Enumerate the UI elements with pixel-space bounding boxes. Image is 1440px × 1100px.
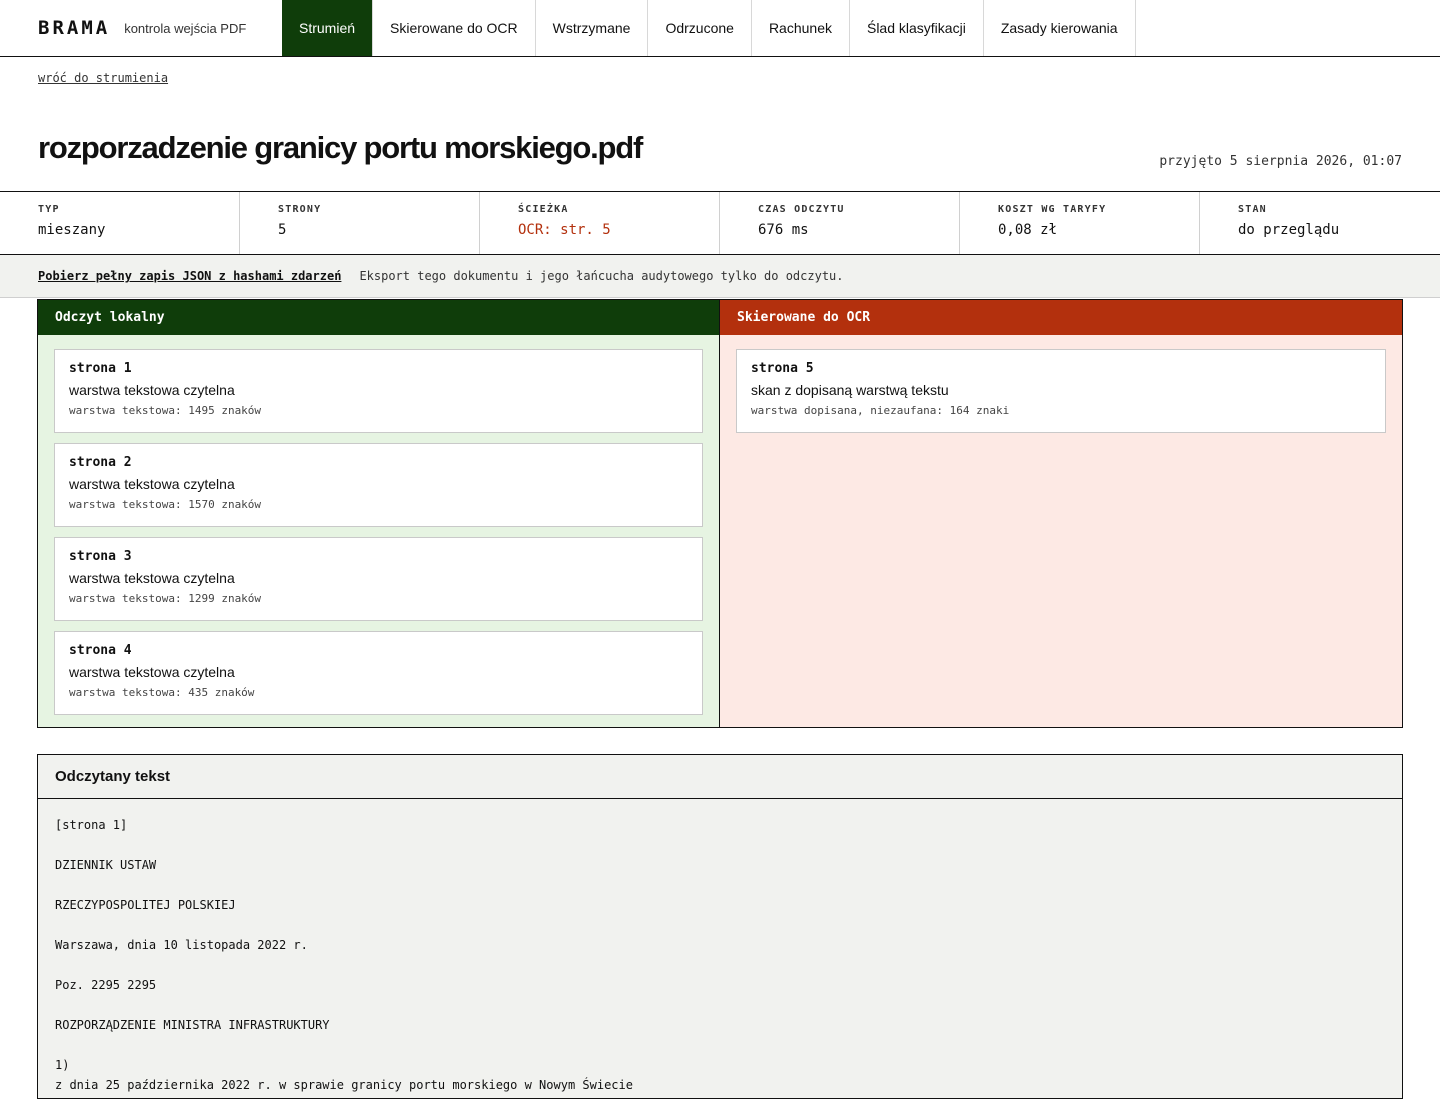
- back-to-stream-link[interactable]: wróć do strumienia: [38, 71, 168, 85]
- document-stats: TYP mieszany STRONY 5 ŚCIEŻKA OCR: str. …: [0, 191, 1440, 255]
- page-name: strona 2: [69, 455, 132, 470]
- tab-wstrzymane[interactable]: Wstrzymane: [536, 0, 649, 56]
- page-card: strona 2 warstwa tekstowa czytelna warst…: [54, 443, 703, 527]
- page-card: strona 1 warstwa tekstowa czytelna warst…: [54, 349, 703, 433]
- stat-value: 0,08 zł: [998, 222, 1058, 238]
- tab-strumien[interactable]: Strumień: [282, 0, 374, 56]
- brand: BRAMA kontrola wejścia PDF: [0, 0, 282, 56]
- page-name: strona 5: [751, 361, 814, 376]
- page-meta: warstwa tekstowa: 435 znaków: [69, 686, 255, 699]
- stat-type: TYP mieszany: [0, 192, 240, 254]
- main-nav: Strumień Skierowane do OCR Wstrzymane Od…: [282, 0, 1136, 56]
- page-meta: warstwa dopisana, niezaufana: 164 znaki: [751, 404, 1010, 417]
- page-title: rozporzadzenie granicy portu morskiego.p…: [38, 130, 643, 165]
- stat-label: TYP: [38, 204, 60, 215]
- local-page-list: strona 1 warstwa tekstowa czytelna warst…: [38, 335, 719, 715]
- page-card: strona 4 warstwa tekstowa czytelna warst…: [54, 631, 703, 715]
- stat-label: KOSZT WG TARYFY: [998, 204, 1107, 215]
- tab-odrzucone[interactable]: Odrzucone: [648, 0, 752, 56]
- export-note: Eksport tego dokumentu i jego łańcucha a…: [359, 269, 844, 283]
- page-card: strona 5 skan z dopisaną warstwą tekstu …: [736, 349, 1386, 433]
- stat-path: ŚCIEŻKA OCR: str. 5: [480, 192, 720, 254]
- page-description: warstwa tekstowa czytelna: [69, 664, 235, 680]
- read-text-panel: Odczytany tekst [strona 1] DZIENNIK USTA…: [37, 754, 1403, 1099]
- tab-skierowane-do-ocr[interactable]: Skierowane do OCR: [373, 0, 536, 56]
- page-description: warstwa tekstowa czytelna: [69, 476, 235, 492]
- stat-cost: KOSZT WG TARYFY 0,08 zł: [960, 192, 1200, 254]
- brand-subtitle: kontrola wejścia PDF: [124, 20, 247, 36]
- page-name: strona 1: [69, 361, 132, 376]
- page-description: warstwa tekstowa czytelna: [69, 382, 235, 398]
- page-meta: warstwa tekstowa: 1299 znaków: [69, 592, 262, 605]
- received-timestamp: przyjęto 5 sierpnia 2026, 01:07: [1159, 154, 1402, 169]
- ocr-heading: Skierowane do OCR: [720, 300, 1402, 335]
- stat-read-time: CZAS ODCZYTU 676 ms: [720, 192, 960, 254]
- stat-pages: STRONY 5: [240, 192, 480, 254]
- brand-name: BRAMA: [38, 17, 111, 39]
- tab-zasady-kierowania[interactable]: Zasady kierowania: [984, 0, 1136, 56]
- local-read-heading: Odczyt lokalny: [38, 300, 719, 335]
- stat-label: STAN: [1238, 204, 1267, 215]
- tab-rachunek[interactable]: Rachunek: [752, 0, 850, 56]
- download-json-link[interactable]: Pobierz pełny zapis JSON z hashami zdarz…: [38, 269, 341, 283]
- stat-value: mieszany: [38, 222, 106, 238]
- stat-value: OCR: str. 5: [518, 222, 611, 238]
- top-navigation-bar: BRAMA kontrola wejścia PDF Strumień Skie…: [0, 0, 1440, 57]
- page-meta: warstwa tekstowa: 1495 znaków: [69, 404, 262, 417]
- page-meta: warstwa tekstowa: 1570 znaków: [69, 498, 262, 511]
- stat-value: 676 ms: [758, 222, 809, 238]
- page-name: strona 3: [69, 549, 132, 564]
- stat-label: STRONY: [278, 204, 322, 215]
- read-text-heading: Odczytany tekst: [38, 755, 1402, 799]
- page-description: warstwa tekstowa czytelna: [69, 570, 235, 586]
- ocr-page-list: strona 5 skan z dopisaną warstwą tekstu …: [720, 335, 1402, 433]
- local-read-column: Odczyt lokalny strona 1 warstwa tekstowa…: [38, 300, 720, 727]
- read-text-body[interactable]: [strona 1] DZIENNIK USTAW RZECZYPOSPOLIT…: [38, 799, 1402, 1097]
- stat-value: do przeglądu: [1238, 222, 1340, 238]
- page-card: strona 3 warstwa tekstowa czytelna warst…: [54, 537, 703, 621]
- stat-status: STAN do przeglądu: [1200, 192, 1440, 254]
- tab-slad-klasyfikacji[interactable]: Ślad klasyfikacji: [850, 0, 984, 56]
- routing-columns: Odczyt lokalny strona 1 warstwa tekstowa…: [37, 299, 1403, 728]
- page-description: skan z dopisaną warstwą tekstu: [751, 382, 949, 398]
- stat-label: ŚCIEŻKA: [518, 204, 569, 215]
- stat-value: 5: [278, 222, 287, 238]
- page-name: strona 4: [69, 643, 132, 658]
- export-bar: Pobierz pełny zapis JSON z hashami zdarz…: [0, 255, 1440, 298]
- stat-label: CZAS ODCZYTU: [758, 204, 845, 215]
- ocr-column: Skierowane do OCR strona 5 skan z dopisa…: [720, 300, 1402, 727]
